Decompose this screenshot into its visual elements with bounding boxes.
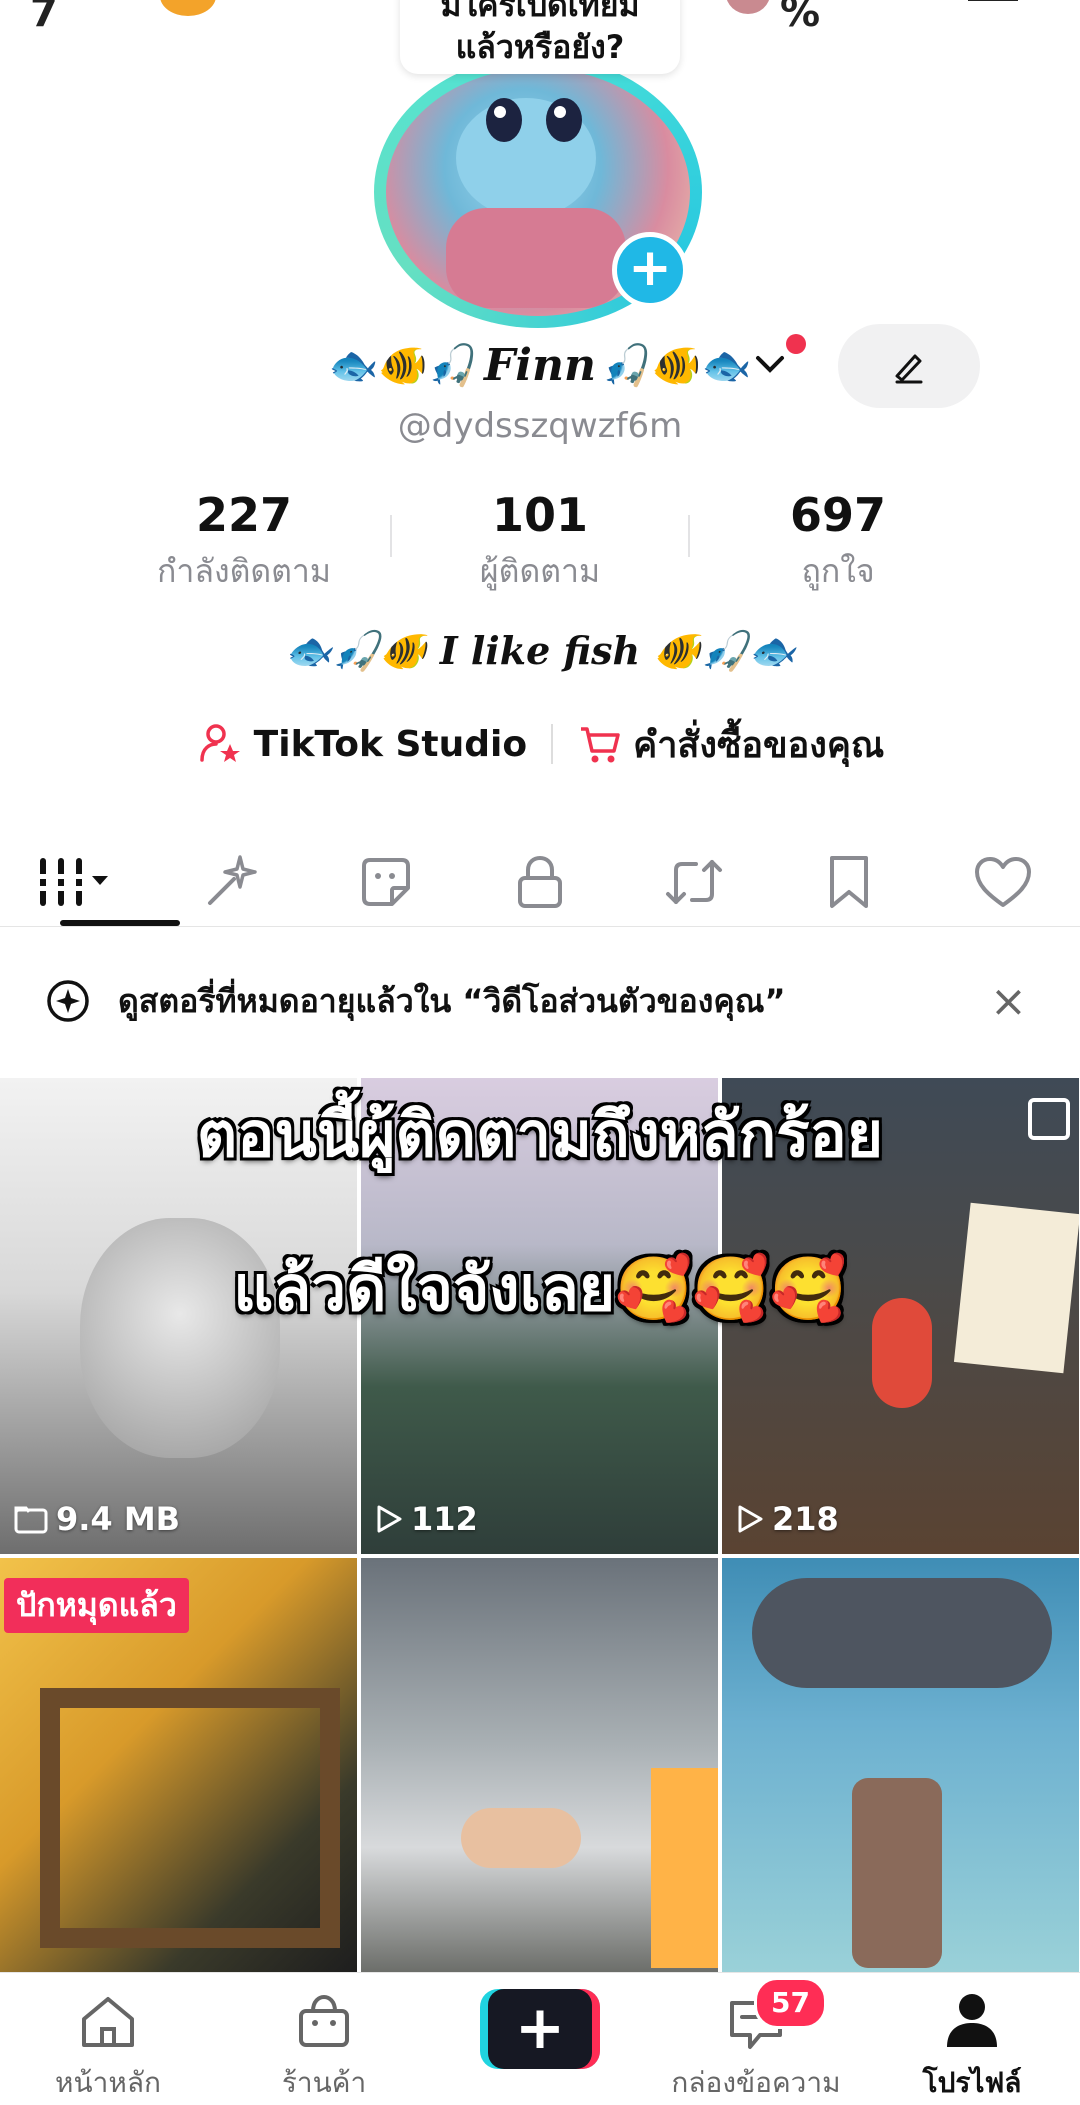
orders-link[interactable]: คำสั่งซื้อของคุณ: [577, 716, 884, 773]
bookmark-icon: [829, 856, 868, 908]
bio: 🐟🎣🐠 I like fish 🐠🎣🐟: [284, 628, 796, 673]
tabs-divider: [0, 926, 1080, 927]
battery-text: %: [780, 0, 821, 36]
plus-icon: +: [488, 1989, 592, 2069]
expired-stories-banner[interactable]: ดูสตอรี่ที่หมดอายุแล้วใน “วิดีโอส่วนตัวข…: [0, 960, 1080, 1042]
add-story-icon[interactable]: +: [612, 232, 688, 308]
edit-profile-button[interactable]: [838, 324, 980, 408]
repost-icon: [666, 860, 723, 904]
profile-icon: [947, 1994, 997, 2047]
stat-following[interactable]: 227 กำลังติดตาม: [114, 488, 374, 597]
tiktok-studio-link[interactable]: TikTok Studio: [196, 720, 527, 768]
heart-icon: [974, 857, 1031, 907]
tab-videos[interactable]: [0, 832, 154, 932]
stat-followers[interactable]: 101 ผู้ติดตาม: [410, 488, 670, 597]
story-sparkle-icon: [47, 980, 89, 1022]
pinned-label: ปักหมุดแล้ว: [4, 1578, 189, 1633]
name-emoji-left: 🐟🐠🎣: [328, 342, 479, 389]
video-thumbnail[interactable]: [722, 1558, 1079, 1972]
bottom-nav: หน้าหลัก ร้านค้า + กล่องข้อความ 57 โปรไฟ…: [0, 1972, 1080, 2099]
display-name: Finn: [484, 339, 596, 391]
nav-home[interactable]: หน้าหลัก: [0, 1973, 216, 2099]
lock-icon: [517, 855, 562, 908]
nav-shop[interactable]: ร้านค้า: [216, 1973, 432, 2099]
nav-profile[interactable]: โปรไฟล์: [864, 1973, 1080, 2099]
play-icon: [377, 1505, 402, 1533]
status-time: 7: [30, 0, 58, 36]
pencil-icon: [895, 354, 923, 384]
cart-icon: [581, 727, 620, 763]
caption-line-2: แล้วดีใจจังเลย🥰🥰🥰: [233, 1252, 847, 1325]
tab-reposts[interactable]: [617, 832, 771, 932]
tab-liked[interactable]: [926, 832, 1080, 932]
tab-effects[interactable]: [154, 832, 308, 932]
username: @dydsszqwzf6m: [397, 406, 683, 446]
video-thumbnail[interactable]: [361, 1558, 718, 1972]
status-app-icon: [160, 0, 216, 16]
tab-saved[interactable]: [771, 832, 925, 932]
shop-bag-icon: [299, 1994, 349, 2047]
create-button[interactable]: +: [480, 1989, 600, 2069]
notification-dot: [786, 334, 806, 354]
inbox-badge: 57: [754, 1977, 827, 2029]
stat-likes[interactable]: 697 ถูกใจ: [708, 488, 968, 597]
sticker-icon: [361, 858, 410, 906]
stat-divider: [688, 515, 690, 557]
avatar-prompt-bubble[interactable]: มีใครเปิดเทียม แล้วหรือยัง?: [400, 0, 680, 74]
folder-icon: [14, 1506, 48, 1534]
caption-line-1: ตอนนี้ผู้ติดตามถึงหลักร้อย: [196, 1098, 884, 1171]
content-tabs: [0, 832, 1080, 932]
home-icon: [82, 1997, 134, 2047]
videos-grid-icon: [40, 858, 109, 906]
tab-stickers[interactable]: [309, 832, 463, 932]
play-icon: [738, 1505, 763, 1533]
creator-star-icon: [199, 724, 240, 762]
menu-icon[interactable]: [968, 0, 1018, 1]
stat-divider: [390, 515, 392, 557]
account-switch-chevron-icon[interactable]: [752, 345, 788, 385]
sparkle-icon: [208, 855, 258, 905]
banner-text: ดูสตอรี่ที่หมดอายุแล้วใน “วิดีโอส่วนตัวข…: [118, 981, 786, 1020]
tab-private[interactable]: [463, 832, 617, 932]
display-name-row: 🐟🐠🎣 Finn 🎣🐠🐟: [270, 330, 810, 400]
profile-links: TikTok Studio คำสั่งซื้อของคุณ: [0, 714, 1080, 774]
close-icon[interactable]: ×: [990, 976, 1027, 1027]
name-emoji-right: 🎣🐠🐟: [601, 342, 752, 389]
status-avatar-icon: [726, 0, 770, 14]
